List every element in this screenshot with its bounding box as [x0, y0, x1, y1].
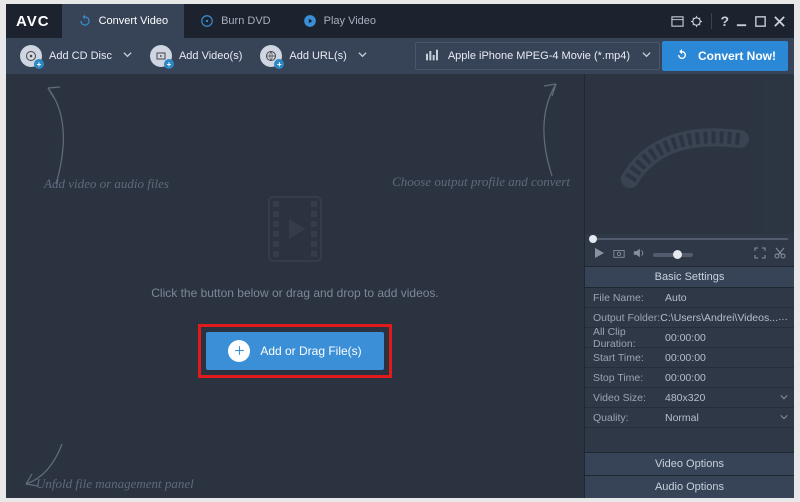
settings-value[interactable]: 480x320 [665, 392, 794, 404]
button-label: Convert Now! [698, 49, 776, 63]
chevron-down-icon [358, 50, 367, 62]
settings-value[interactable]: C:\Users\Andrei\Videos...… [660, 312, 794, 324]
settings-key: Quality: [585, 412, 665, 424]
disc-icon [200, 14, 214, 28]
chevron-down-icon [642, 50, 651, 62]
settings-value: 00:00:00 [665, 352, 794, 364]
toolbar: + Add CD Disc + Add Video(s) + Add URL(s… [6, 38, 794, 74]
settings-key: Output Folder: [585, 312, 660, 324]
camera-icon[interactable] [613, 246, 625, 264]
add-urls-button[interactable]: + Add URL(s) [252, 42, 374, 70]
volume-icon[interactable] [633, 246, 645, 264]
refresh-icon [674, 47, 690, 66]
video-add-icon: + [150, 45, 172, 67]
settings-row: All Clip Duration:00:00:00 [585, 328, 794, 348]
tab-play-video[interactable]: Play Video [287, 4, 392, 38]
volume-slider[interactable] [653, 253, 693, 257]
help-icon[interactable]: ? [720, 13, 729, 29]
settings-value: 00:00:00 [665, 332, 794, 344]
equalizer-icon [424, 47, 440, 66]
settings-row: Stop Time:00:00:00 [585, 368, 794, 388]
preview-pane [585, 74, 794, 234]
minimize-icon[interactable] [735, 15, 748, 28]
player-controls [585, 244, 794, 266]
app-logo: AVC [6, 13, 62, 30]
output-profile-select[interactable]: Apple iPhone MPEG-4 Movie (*.mp4) [415, 42, 660, 70]
main-area[interactable]: Add video or audio files Choose output p… [6, 74, 584, 498]
maximize-icon[interactable] [754, 15, 767, 28]
profile-label: Apple iPhone MPEG-4 Movie (*.mp4) [448, 50, 630, 62]
button-label: Add URL(s) [289, 50, 346, 62]
cut-icon[interactable] [774, 246, 786, 264]
tab-label: Play Video [324, 15, 376, 27]
browse-icon[interactable]: … [778, 312, 788, 323]
body: Add video or audio files Choose output p… [6, 74, 794, 498]
basic-settings-header: Basic Settings [585, 266, 794, 288]
annotation-text: Add video or audio files [44, 176, 169, 192]
film-reel-icon [620, 109, 760, 199]
tab-label: Burn DVD [221, 15, 271, 27]
settings-table: File Name:Auto Output Folder:C:\Users\And… [585, 288, 794, 428]
tab-label: Convert Video [99, 15, 169, 27]
tab-convert-video[interactable]: Convert Video [62, 4, 185, 38]
highlight-box: Add or Drag File(s) [198, 324, 391, 378]
settings-row: Quality:Normal [585, 408, 794, 428]
chevron-down-icon[interactable] [780, 412, 788, 424]
settings-value: 00:00:00 [665, 372, 794, 384]
chevron-down-icon [123, 50, 132, 62]
annotation-text: Unfold file management panel [36, 476, 194, 492]
settings-key: File Name: [585, 292, 665, 304]
settings-key: All Clip Duration: [585, 326, 665, 350]
settings-value[interactable]: Normal [665, 412, 794, 424]
button-label: Add or Drag File(s) [260, 344, 361, 358]
filmstrip-placeholder-icon [267, 195, 323, 268]
settings-row: Video Size:480x320 [585, 388, 794, 408]
window-icon[interactable] [671, 15, 684, 28]
add-videos-button[interactable]: + Add Video(s) [142, 42, 250, 70]
close-icon[interactable] [773, 15, 786, 28]
side-panel: Basic Settings File Name:Auto Output Fold… [584, 74, 794, 498]
fullscreen-icon[interactable] [754, 246, 766, 264]
divider [711, 13, 712, 29]
app-window: AVC Convert Video Burn DVD Play Video ? … [6, 4, 794, 498]
gear-icon[interactable] [690, 15, 703, 28]
refresh-icon [78, 14, 92, 28]
disc-add-icon: + [20, 45, 42, 67]
settings-key: Stop Time: [585, 372, 665, 384]
settings-key: Video Size: [585, 392, 665, 404]
button-label: Add Video(s) [179, 50, 242, 62]
window-controls: ? [671, 4, 786, 38]
plus-circle-icon [228, 340, 250, 362]
settings-row: File Name:Auto [585, 288, 794, 308]
drop-hint: Click the button below or drag and drop … [151, 286, 439, 300]
add-cd-disc-button[interactable]: + Add CD Disc [12, 42, 140, 70]
settings-row: Start Time:00:00:00 [585, 348, 794, 368]
play-icon [303, 14, 317, 28]
arrow-annotation [528, 80, 568, 180]
play-icon[interactable] [593, 246, 605, 264]
video-options-button[interactable]: Video Options [585, 452, 794, 475]
add-or-drag-files-button[interactable]: Add or Drag File(s) [206, 332, 383, 370]
globe-add-icon: + [260, 45, 282, 67]
settings-value: Auto [665, 292, 794, 304]
button-label: Add CD Disc [49, 50, 112, 62]
annotation-text: Choose output profile and convert [392, 174, 570, 190]
seek-slider[interactable] [585, 234, 794, 244]
settings-key: Start Time: [585, 352, 665, 364]
convert-now-button[interactable]: Convert Now! [662, 41, 788, 71]
title-bar: AVC Convert Video Burn DVD Play Video ? [6, 4, 794, 38]
audio-options-button[interactable]: Audio Options [585, 475, 794, 498]
chevron-down-icon[interactable] [780, 392, 788, 404]
tab-burn-dvd[interactable]: Burn DVD [184, 4, 287, 38]
